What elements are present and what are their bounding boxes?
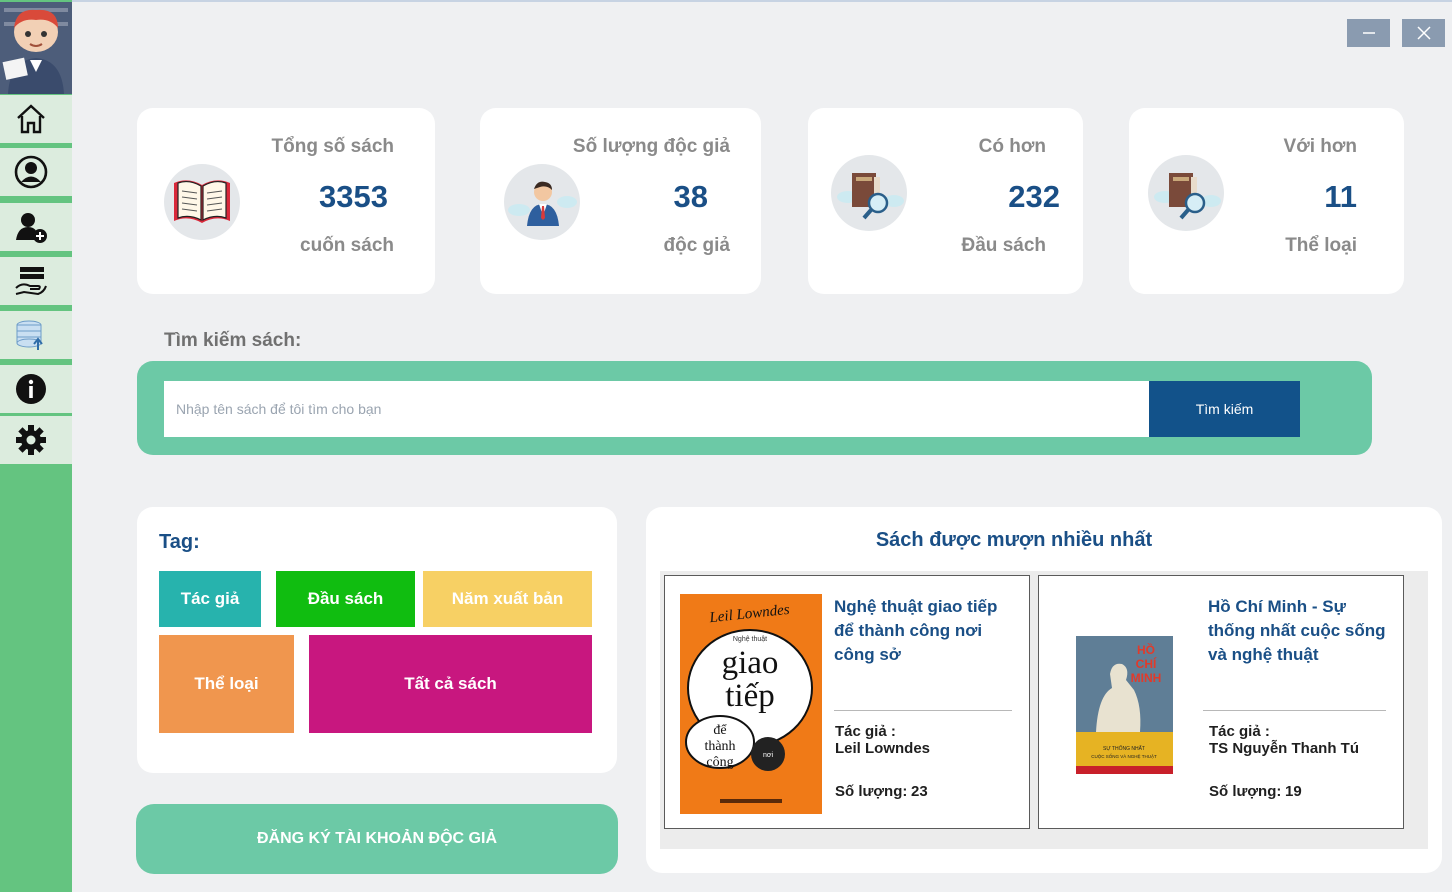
stat-card-readers: Số lượng độc giả 38 độc giả [480, 108, 761, 294]
tag-category-button[interactable]: Thể loại [159, 635, 294, 733]
svg-text:SỰ THỐNG NHẤT: SỰ THỐNG NHẤT [1103, 745, 1145, 752]
book-cover: HỒ CHÍ MINH SỰ THỐNG NHẤT CUỘC SỐNG VÀ N… [1076, 636, 1173, 774]
book-qty-label: Số lượng: [1209, 783, 1282, 800]
svg-text:giao: giao [722, 645, 779, 681]
stat-card-titles: Có hơn 232 Đầu sách [808, 108, 1083, 294]
divider [1203, 710, 1386, 711]
sidebar-item-lend[interactable] [0, 257, 72, 305]
sidebar-item-home[interactable] [0, 95, 72, 143]
lend-book-icon [15, 267, 47, 296]
book-qty: 19 [1285, 783, 1302, 800]
svg-text:nơi: nơi [763, 752, 773, 759]
stat-label: Có hơn [978, 136, 1046, 157]
tag-title: Tag: [159, 531, 200, 553]
book-author: Leil Lowndes [835, 740, 931, 757]
gear-icon [16, 425, 46, 455]
tag-title-button[interactable]: Đầu sách [276, 571, 415, 627]
stat-unit: Thể loại [1285, 235, 1357, 256]
svg-text:CHÍ: CHÍ [1136, 656, 1157, 671]
sidebar-item-info[interactable] [0, 365, 72, 413]
stat-card-total-books: Tổng số sách 3353 cuốn sách [137, 108, 435, 294]
add-user-icon [16, 213, 47, 243]
book-author: TS Nguyễn Thanh Tú [1209, 740, 1359, 757]
stat-value: 11 [1324, 179, 1357, 214]
stat-unit: độc giả [663, 235, 730, 256]
stat-value: 232 [1008, 179, 1060, 214]
stat-label: Tổng số sách [271, 136, 394, 157]
register-reader-button[interactable]: ĐĂNG KÝ TÀI KHOẢN ĐỘC GIẢ [136, 804, 618, 874]
stat-value: 3353 [319, 179, 388, 214]
minimize-icon [1362, 32, 1375, 34]
close-icon [1416, 26, 1431, 40]
svg-text:công: công [706, 755, 733, 770]
close-button[interactable] [1402, 19, 1445, 47]
stat-label: Với hơn [1283, 136, 1357, 157]
sidebar-item-add-reader[interactable] [0, 203, 72, 251]
svg-text:HỒ: HỒ [1137, 642, 1155, 657]
tag-year-button[interactable]: Năm xuất bản [423, 571, 592, 627]
book-search-icon [831, 155, 907, 231]
svg-text:CUỘC SỐNG VÀ NGHỆ THUẬT: CUỘC SỐNG VÀ NGHỆ THUẬT [1091, 752, 1157, 759]
tag-all-books-button[interactable]: Tất cả sách [309, 635, 592, 733]
reader-icon [504, 164, 580, 240]
most-borrowed-title: Sách được mượn nhiều nhất [875, 529, 1153, 551]
book-search-icon [1148, 155, 1224, 231]
sidebar-item-profile[interactable] [0, 148, 72, 196]
stat-unit: Đầu sách [961, 235, 1046, 256]
book-title: Nghệ thuật giao tiếp để thành công nơi c… [834, 597, 998, 664]
book-author-label: Tác giả : [835, 723, 896, 740]
book-card[interactable]: HỒ CHÍ MINH SỰ THỐNG NHẤT CUỘC SỐNG VÀ N… [1038, 575, 1404, 829]
stat-label: Số lượng độc giả [572, 136, 730, 157]
svg-text:thành: thành [704, 739, 735, 754]
window-top-border [0, 0, 1452, 2]
stat-value: 38 [673, 179, 708, 214]
book-qty: 23 [911, 783, 928, 800]
sidebar-item-database[interactable] [0, 311, 72, 359]
svg-text:Nghệ thuật: Nghệ thuật [733, 636, 767, 643]
minimize-button[interactable] [1347, 19, 1390, 47]
search-title: Tìm kiếm sách: [164, 330, 302, 351]
book-cover: Leil Lowndes Nghệ thuật giao tiếp để thà… [680, 594, 822, 814]
user-icon [14, 155, 48, 189]
svg-text:để: để [713, 723, 727, 738]
search-button[interactable]: Tìm kiếm [1149, 381, 1300, 437]
sidebar-item-settings[interactable] [0, 416, 72, 464]
open-book-icon [164, 164, 240, 240]
stat-card-categories: Với hơn 11 Thể loại [1129, 108, 1404, 294]
stat-unit: cuốn sách [300, 235, 394, 256]
info-icon [16, 374, 46, 404]
search-input[interactable] [164, 381, 1149, 437]
tag-author-button[interactable]: Tác giả [159, 571, 261, 627]
book-author-label: Tác giả : [1209, 723, 1270, 740]
book-qty-label: Số lượng: [835, 783, 908, 800]
svg-text:MINH: MINH [1131, 671, 1162, 685]
divider [834, 710, 1012, 711]
sidebar [0, 0, 72, 892]
book-title: Hồ Chí Minh - Sự thống nhất cuộc sống và… [1208, 597, 1386, 664]
svg-text:tiếp: tiếp [725, 678, 774, 714]
book-card[interactable]: Leil Lowndes Nghệ thuật giao tiếp để thà… [664, 575, 1030, 829]
avatar [0, 2, 72, 94]
database-upload-icon [16, 320, 43, 350]
home-icon [17, 104, 45, 134]
